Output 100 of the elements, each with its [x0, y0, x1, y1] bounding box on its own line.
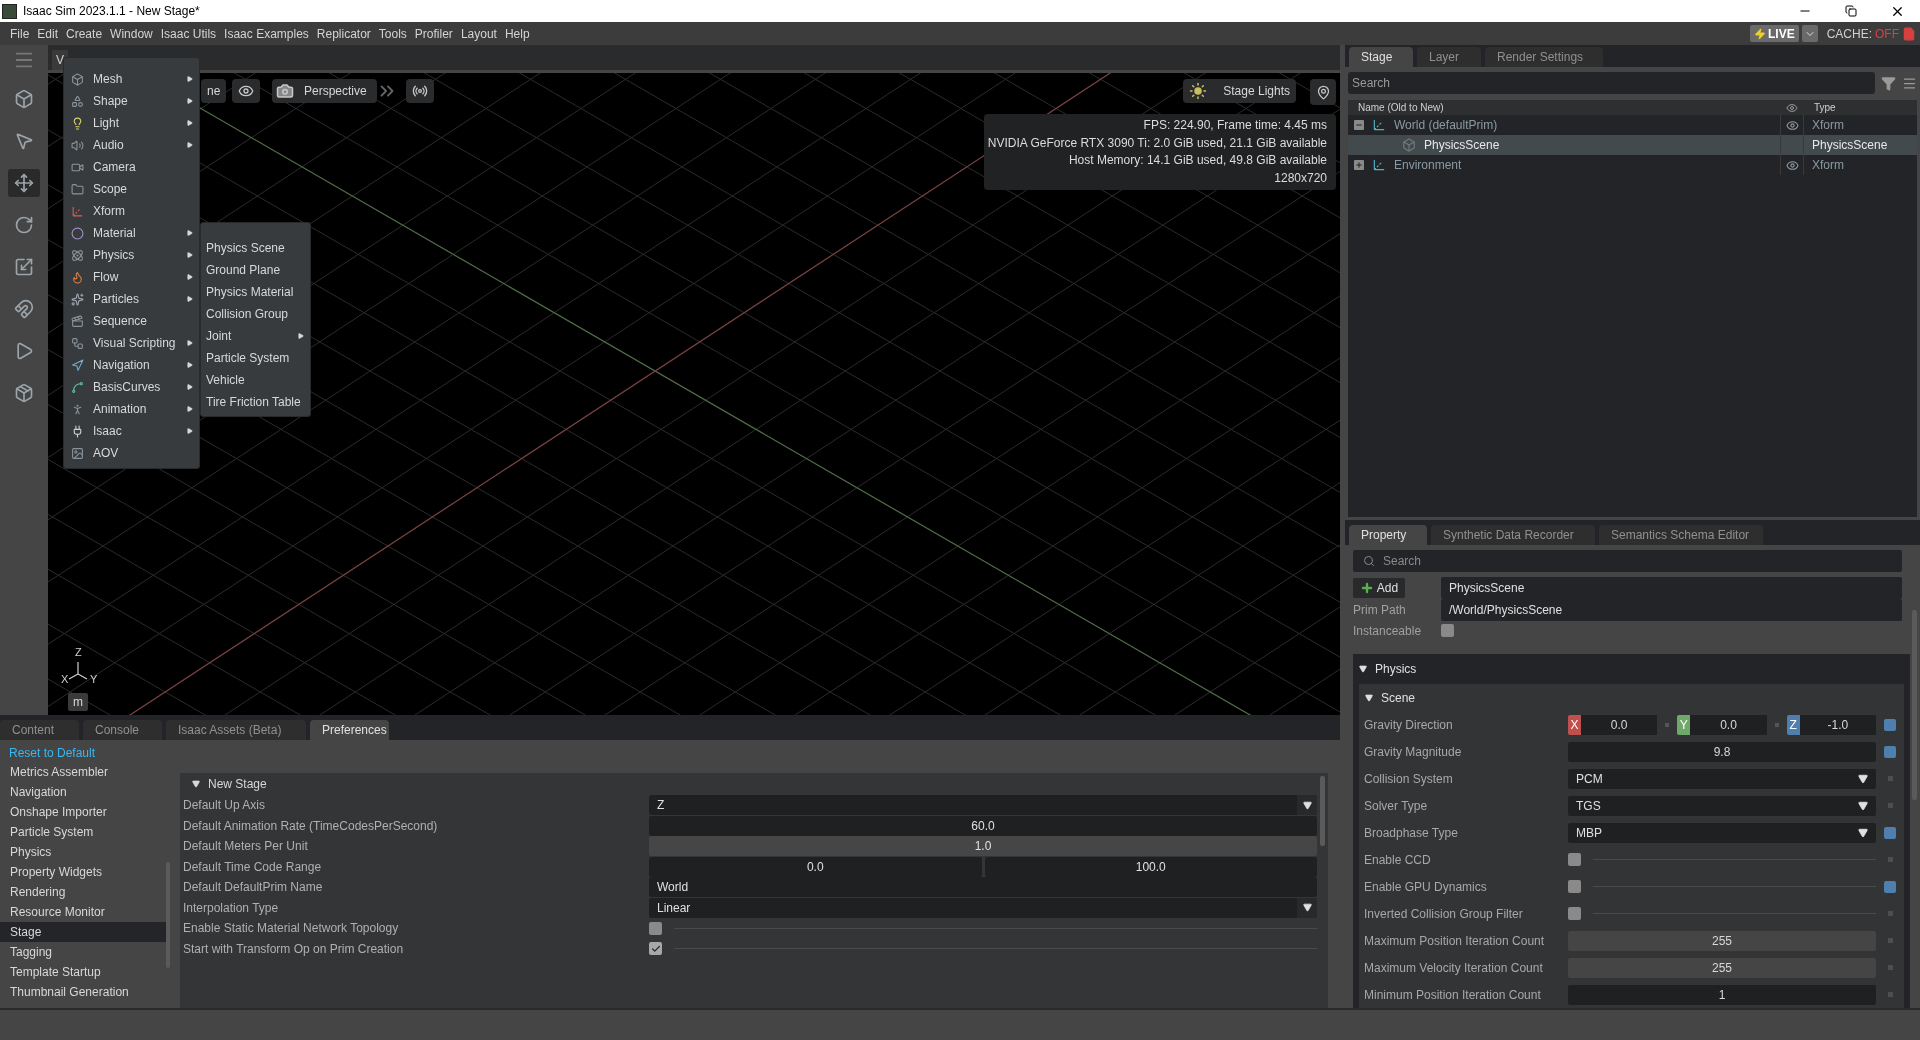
- menu-item[interactable]: Isaac Utils: [156, 24, 221, 43]
- menu-item[interactable]: Window: [106, 24, 157, 43]
- move-tool-button[interactable]: [8, 169, 40, 197]
- menu-entry[interactable]: Collision Group: [201, 303, 310, 325]
- search-field[interactable]: Search: [1353, 550, 1902, 572]
- column-header[interactable]: Name (Old to New): [1348, 100, 1780, 115]
- prim-path-field[interactable]: /World/PhysicsScene: [1441, 599, 1902, 622]
- checkbox[interactable]: [1568, 907, 1581, 920]
- number-field[interactable]: 0.0: [1690, 714, 1767, 735]
- menu-entry[interactable]: Shape: [64, 90, 199, 112]
- scrollbar-thumb[interactable]: [1320, 776, 1325, 846]
- menu-entry[interactable]: Physics Scene: [201, 237, 310, 259]
- filter-icon[interactable]: [1881, 75, 1896, 91]
- preference-category[interactable]: Template Startup: [0, 962, 166, 982]
- panel-tab[interactable]: Render Settings: [1485, 47, 1603, 67]
- visibility-button[interactable]: [232, 79, 260, 103]
- menu-item[interactable]: Layout: [456, 24, 501, 43]
- expand-toggle[interactable]: [1354, 160, 1364, 170]
- dropdown[interactable]: PCM: [1568, 768, 1876, 789]
- menu-entry[interactable]: Isaac: [64, 420, 199, 442]
- panel-tab[interactable]: Preferences: [310, 720, 389, 740]
- number-field[interactable]: 100.0: [984, 856, 1317, 877]
- number-field[interactable]: 1: [1568, 984, 1876, 1005]
- menu-entry[interactable]: Xform: [64, 200, 199, 222]
- menu-item[interactable]: Edit: [33, 24, 63, 43]
- panel-tab[interactable]: Synthetic Data Recorder: [1431, 525, 1595, 545]
- menu-entry[interactable]: BasisCurves: [64, 376, 199, 398]
- menu-entry[interactable]: Sequence: [64, 310, 199, 332]
- preference-category[interactable]: Onshape Importer: [0, 802, 166, 822]
- preference-category[interactable]: Metrics Assembler: [0, 762, 166, 782]
- visibility-cell[interactable]: [1780, 155, 1804, 175]
- preference-category[interactable]: Stage: [0, 922, 166, 942]
- modified-indicator[interactable]: [1884, 880, 1896, 893]
- menu-entry[interactable]: Vehicle: [201, 369, 310, 391]
- menu-item[interactable]: Profiler: [410, 24, 457, 43]
- menu-item[interactable]: Replicator: [312, 24, 375, 43]
- collapse-toggle[interactable]: [1354, 120, 1364, 130]
- menu-icon[interactable]: [1902, 75, 1917, 91]
- menu-entry[interactable]: Ground Plane: [201, 259, 310, 281]
- subsection-header[interactable]: Scene: [1359, 684, 1904, 711]
- camera-button[interactable]: Perspective: [272, 79, 377, 103]
- viewport-menu-button[interactable]: ne: [201, 79, 227, 103]
- live-button[interactable]: LIVE: [1750, 25, 1799, 42]
- menu-entry[interactable]: Camera: [64, 156, 199, 178]
- number-field[interactable]: 0.0: [649, 856, 982, 877]
- panel-tab[interactable]: Semantics Schema Editor: [1599, 525, 1763, 545]
- panel-tab[interactable]: Stage: [1349, 47, 1413, 67]
- preference-category[interactable]: Particle System: [0, 822, 166, 842]
- dropdown[interactable]: TGS: [1568, 795, 1876, 816]
- menu-item[interactable]: Help: [500, 24, 534, 43]
- menu-entry[interactable]: Light: [64, 112, 199, 134]
- panel-tab[interactable]: Console: [83, 720, 162, 740]
- panel-tab[interactable]: Property: [1349, 525, 1427, 545]
- panel-tab[interactable]: Layer: [1417, 47, 1481, 67]
- dropdown[interactable]: Z: [649, 795, 1317, 816]
- dropdown[interactable]: MBP: [1568, 822, 1876, 843]
- checkbox[interactable]: [1568, 853, 1581, 866]
- stage-tree-row[interactable]: Environment Xform: [1348, 155, 1917, 175]
- visibility-cell[interactable]: [1780, 135, 1804, 155]
- checkbox[interactable]: [649, 921, 662, 935]
- modified-indicator[interactable]: [1884, 745, 1896, 758]
- menu-entry[interactable]: Particle System: [201, 347, 310, 369]
- stage-tree-row[interactable]: PhysicsScene PhysicsScene: [1348, 135, 1917, 155]
- checkbox[interactable]: [1568, 880, 1581, 893]
- broadcast-button[interactable]: [406, 79, 434, 103]
- menu-entry[interactable]: Physics: [64, 244, 199, 266]
- preference-category[interactable]: Tagging: [0, 942, 166, 962]
- location-pin-button[interactable]: [1310, 79, 1336, 105]
- menu-entry[interactable]: Material: [64, 222, 199, 244]
- menu-entry[interactable]: AOV: [64, 442, 199, 464]
- section-header[interactable]: Physics: [1353, 654, 1910, 684]
- add-button[interactable]: Add: [1353, 578, 1405, 599]
- document-icon[interactable]: [1902, 26, 1916, 41]
- dropdown[interactable]: Linear: [649, 897, 1317, 918]
- panel-tab[interactable]: Content: [0, 720, 79, 740]
- number-field[interactable]: -1.0: [1799, 714, 1876, 735]
- menu-item[interactable]: Create: [62, 24, 107, 43]
- menu-entry[interactable]: Joint: [201, 325, 310, 347]
- menu-item[interactable]: Isaac Examples: [220, 24, 313, 43]
- menu-item[interactable]: Tools: [374, 24, 411, 43]
- prim-name-field[interactable]: PhysicsScene: [1441, 577, 1902, 600]
- checkbox[interactable]: [1441, 624, 1454, 638]
- stage-lights-button[interactable]: Stage Lights: [1183, 79, 1296, 103]
- preference-category[interactable]: Navigation: [0, 782, 166, 802]
- column-header[interactable]: Type: [1804, 100, 1836, 115]
- menu-entry[interactable]: Scope: [64, 178, 199, 200]
- menu-entry[interactable]: Audio: [64, 134, 199, 156]
- section-header[interactable]: New Stage: [183, 773, 1317, 795]
- preference-category[interactable]: Resource Monitor: [0, 902, 166, 922]
- menu-entry[interactable]: Flow: [64, 266, 199, 288]
- number-field[interactable]: 0.0: [1581, 714, 1658, 735]
- menu-entry[interactable]: Visual Scripting: [64, 332, 199, 354]
- number-field[interactable]: 60.0: [649, 815, 1317, 836]
- menu-entry[interactable]: Particles: [64, 288, 199, 310]
- checkbox[interactable]: [649, 942, 662, 956]
- menu-item[interactable]: File: [6, 24, 34, 43]
- number-field[interactable]: 9.8: [1568, 741, 1876, 762]
- live-dropdown-button[interactable]: [1801, 25, 1818, 42]
- reset-to-default-link[interactable]: Reset to Default: [0, 744, 170, 762]
- menu-entry[interactable]: Navigation: [64, 354, 199, 376]
